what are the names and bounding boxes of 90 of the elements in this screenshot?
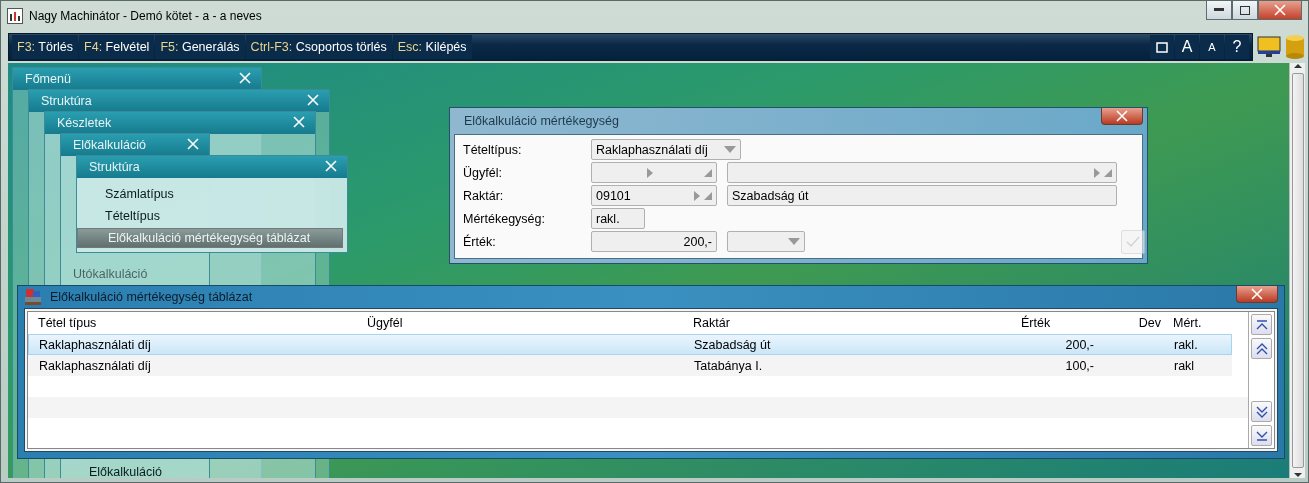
play-icon (647, 167, 653, 178)
page-up-button[interactable] (1251, 338, 1272, 359)
field-label: Tételtípus: (463, 141, 523, 159)
maximize-icon (1240, 5, 1250, 15)
menu-item[interactable]: Utókalkuláció (59, 264, 311, 284)
column-header[interactable]: Érték (1021, 316, 1093, 330)
command-button[interactable]: Esc: Kilépés (392, 35, 472, 59)
column-header[interactable]: Tétel típus (38, 316, 367, 330)
close-button[interactable] (307, 94, 321, 108)
table-row[interactable]: Raklaphasználati díj Tatabánya I. 100,- rakl (28, 355, 1232, 376)
command-button[interactable]: Ctrl-F3: Csoportos törlés (245, 35, 392, 59)
command-button[interactable]: F4: Felvétel (79, 35, 155, 59)
pallet-icon (24, 288, 42, 306)
menu-item[interactable]: Előkalkuláció mértékegység táblázat (77, 228, 343, 248)
play-icon (1094, 167, 1100, 178)
table-cell-text: Raklaphasználati díj (39, 358, 152, 373)
menu-title: Készletek (57, 116, 112, 130)
close-icon (239, 72, 251, 84)
field-label: Mértékegység: (463, 210, 546, 228)
monitor-icon (1257, 35, 1281, 59)
font-size-button[interactable]: A (1200, 35, 1224, 59)
column-header[interactable]: Dev (1093, 316, 1173, 330)
item-type-dropdown[interactable]: Raklaphasználati díj (591, 139, 741, 160)
field-label: Raktár: (463, 187, 505, 205)
close-icon (307, 94, 319, 106)
corner-icon (704, 191, 712, 200)
scroll-bar[interactable] (1289, 63, 1305, 478)
database-icon (1285, 34, 1305, 60)
menu-item[interactable]: Tételtípus (91, 206, 343, 226)
app-icon (7, 8, 23, 24)
close-button[interactable] (1258, 1, 1302, 20)
close-button[interactable] (187, 138, 201, 152)
close-button[interactable] (325, 160, 339, 174)
play-icon (694, 190, 700, 201)
font-size-button[interactable]: ? (1225, 35, 1249, 59)
customer-name-field[interactable] (727, 162, 1117, 183)
maximize-button[interactable] (1232, 1, 1258, 20)
checkmark-icon (1126, 236, 1140, 248)
menu-item[interactable]: Előkalkuláció (75, 462, 205, 478)
field-label: Érték: (463, 233, 497, 251)
column-header[interactable]: Mért. (1173, 316, 1248, 330)
close-button[interactable] (1101, 108, 1143, 125)
close-icon (1274, 4, 1286, 16)
minimize-icon (1214, 8, 1224, 12)
table-cell-text: 200,- (1064, 337, 1094, 352)
caret-icon (724, 146, 736, 153)
column-header[interactable]: Raktár (693, 316, 1021, 330)
window-title: Nagy Machinátor - Demó kötet - a - a neves (29, 9, 263, 23)
customer-code-field[interactable] (591, 162, 717, 183)
menu-title: Struktúra (41, 94, 92, 108)
window-mode-button[interactable] (1150, 35, 1174, 59)
corner-icon (704, 168, 712, 177)
table-cell-text: Szabadság út (694, 337, 772, 352)
command-button[interactable]: F3: Törlés (12, 35, 79, 59)
table-cell-text: Raklaphasználati díj (39, 337, 152, 352)
menu-item[interactable]: Számlatípus (91, 184, 343, 204)
first-button[interactable] (1251, 314, 1272, 335)
close-icon (1251, 288, 1263, 300)
close-icon (1116, 110, 1128, 122)
caret-icon (788, 238, 800, 245)
table-title: Előkalkuláció mértékegység táblázat (50, 290, 254, 304)
close-button[interactable] (1236, 286, 1278, 303)
dialog-title: Előkalkuláció mértékegység (464, 114, 619, 128)
close-icon (293, 116, 305, 128)
close-icon (187, 138, 199, 150)
table-cell-text: Tatabánya I. (694, 358, 764, 373)
close-button[interactable] (293, 116, 307, 130)
last-button[interactable] (1251, 425, 1272, 446)
table-cell-text: rakl (1174, 358, 1196, 373)
table-cell-text: rakl. (1174, 337, 1199, 352)
menu-title: Előkalkuláció (73, 138, 146, 152)
corner-icon (1104, 168, 1112, 177)
value-field[interactable]: 200,- (591, 231, 717, 252)
minimize-button[interactable] (1206, 1, 1232, 20)
square-icon (1156, 41, 1168, 53)
font-size-button[interactable]: A (1175, 35, 1199, 59)
unit-field[interactable]: rakl. (591, 208, 645, 229)
command-button[interactable]: F5: Generálás (155, 35, 245, 59)
warehouse-code: 09101 (596, 188, 631, 203)
close-button[interactable] (239, 72, 253, 86)
column-header[interactable]: Ügyfél (367, 316, 693, 330)
field-label: Ügyfél: (463, 164, 503, 182)
close-icon (325, 160, 337, 172)
menu-title: Főmenü (25, 72, 71, 86)
page-down-button[interactable] (1251, 401, 1272, 422)
menu-title: Struktúra (89, 160, 140, 174)
table-row[interactable]: Raklaphasználati díj Szabadság út 200,- rakl. (28, 334, 1232, 355)
warehouse-code-field[interactable]: 09101 (591, 185, 717, 206)
warehouse-name-field[interactable]: Szabadság út (727, 185, 1117, 206)
table-cell-text: 100,- (1064, 358, 1094, 373)
